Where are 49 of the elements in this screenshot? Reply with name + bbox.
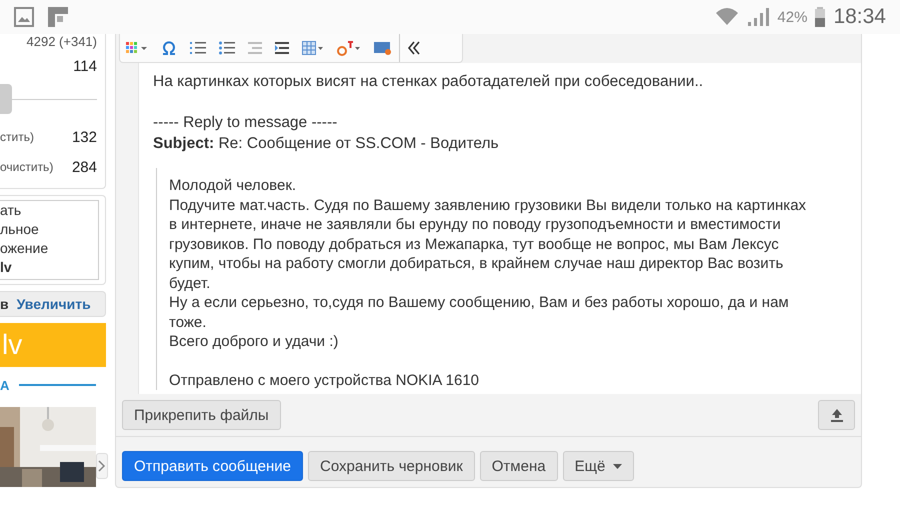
quote-text: Всего доброго и удачи :) — [169, 332, 340, 352]
color-grid-icon[interactable] — [126, 42, 148, 54]
action-button[interactable]: Ещё — [562, 451, 634, 481]
count-value: 132 — [72, 128, 97, 146]
image-icon — [14, 7, 34, 27]
list-item[interactable]: ожение — [0, 239, 98, 258]
list-box[interactable]: ать льное ожение lv — [0, 200, 99, 280]
chevron-right-icon — [98, 460, 106, 472]
list-item[interactable]: lv — [0, 258, 98, 277]
reply-header: ----- Reply to message ----- — [153, 113, 338, 133]
indent-icon[interactable] — [275, 42, 289, 54]
quote-text: Ну а если серьезно, то,судя по Вашему сообщению, Вам и без работы хорошо, да и нам тоже. — [169, 293, 790, 332]
zoom-link[interactable]: Увеличить — [16, 296, 91, 312]
slider-handle[interactable] — [0, 84, 12, 114]
action-button[interactable]: Отмена — [480, 451, 558, 481]
next-button[interactable] — [96, 453, 108, 479]
quote-text: Молодой человек. — [169, 176, 298, 196]
count-value: 4292 (+341) — [26, 34, 97, 50]
clear-link[interactable]: стить) — [0, 130, 34, 144]
signature-text: Отправлено с моего устройства NOKIA 1610 — [169, 370, 480, 390]
clock: 18:34 — [833, 5, 886, 29]
collapse-icon[interactable] — [407, 41, 421, 55]
message-editor[interactable] — [138, 63, 861, 394]
count-value: 114 — [72, 57, 97, 77]
battery-percent: 42% — [777, 8, 808, 26]
omega-icon[interactable] — [161, 41, 177, 55]
count-value: 284 — [72, 158, 97, 176]
caret-icon — [613, 464, 622, 468]
action-button[interactable]: Отправить сообщение — [122, 451, 304, 481]
action-button[interactable]: Сохранить черновик — [308, 451, 475, 481]
bullet-list-icon[interactable] — [219, 41, 235, 55]
upload-icon — [830, 408, 844, 422]
upload-button[interactable] — [818, 400, 855, 430]
attach-files-button[interactable]: Прикрепить файлы — [122, 400, 281, 430]
battery-icon — [815, 7, 826, 27]
list-item[interactable]: ать — [0, 201, 98, 220]
clear-link[interactable]: очистить) — [0, 160, 54, 174]
price-text: в — [0, 296, 9, 312]
media-icon[interactable] — [374, 41, 392, 55]
numbered-list-icon[interactable] — [190, 41, 206, 55]
message-text: На картинках которых висят на стенках работадателей при собеседовании.. — [153, 72, 704, 92]
signal-icon — [747, 8, 770, 26]
app-icon — [48, 7, 68, 27]
subject-line: Subject: Re: Сообщение от SS.COM - Водитель — [153, 134, 500, 154]
table-icon[interactable] — [302, 41, 324, 55]
list-item[interactable]: льное — [0, 220, 98, 239]
translate-icon[interactable] — [337, 40, 361, 56]
section-heading: А — [0, 378, 10, 392]
quote-text: Подучите мат.часть. Судя по Вашему заявлению грузовики Вы видели только на картинках в интернете, иначе не заявляли бы ерунду по поводу грузоподъемности и вместимости грузовиков. По поводу добраться из Межапарка, тут вообще не вопрос, мы Вам Лексус купим, чтобы на работу смогли добираться, в крайнем случае наш директор Вас возить будет. — [169, 196, 808, 293]
